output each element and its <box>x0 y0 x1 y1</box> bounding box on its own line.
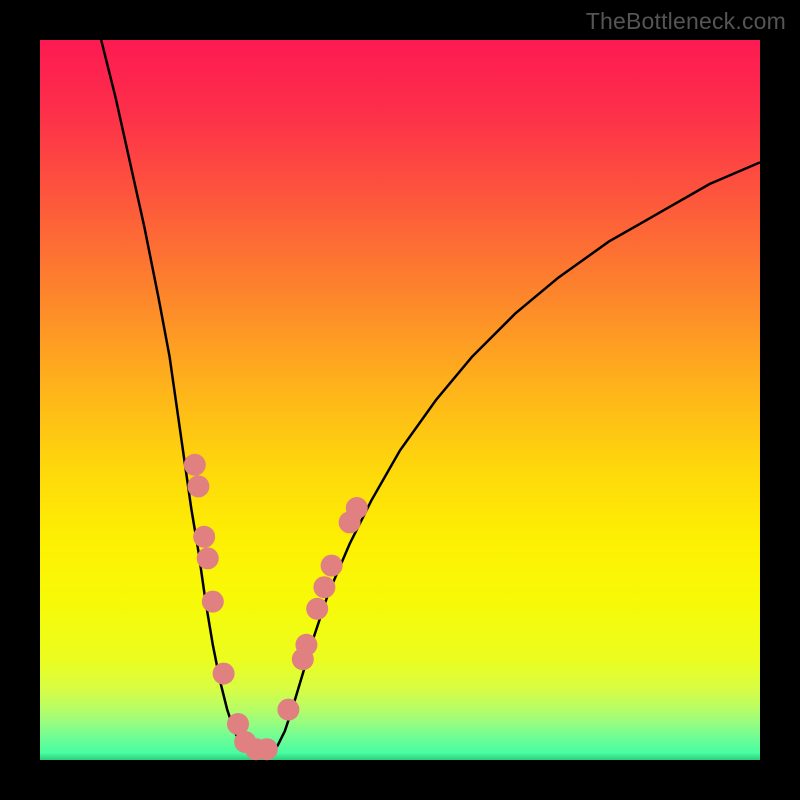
marker-point <box>277 699 299 721</box>
marker-point <box>202 591 224 613</box>
marker-point <box>213 663 235 685</box>
gradient-background <box>40 40 760 760</box>
marker-point <box>321 555 343 577</box>
plot-area <box>40 40 760 760</box>
marker-point <box>197 547 219 569</box>
chart-svg <box>40 40 760 760</box>
watermark-text: TheBottleneck.com <box>586 8 786 35</box>
chart-frame: TheBottleneck.com <box>0 0 800 800</box>
marker-point <box>306 598 328 620</box>
marker-point <box>295 634 317 656</box>
marker-point <box>193 526 215 548</box>
marker-point <box>187 475 209 497</box>
marker-point <box>346 497 368 519</box>
marker-point <box>256 738 278 760</box>
marker-point <box>184 454 206 476</box>
marker-point <box>313 576 335 598</box>
